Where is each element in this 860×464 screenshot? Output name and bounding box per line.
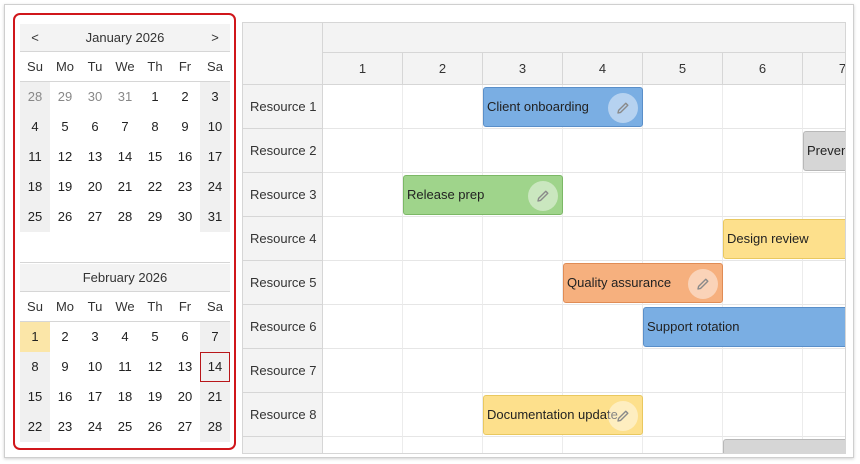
timeline-cell[interactable] bbox=[643, 349, 723, 393]
event-bar[interactable]: Documentation update bbox=[483, 395, 643, 435]
timeline-cell[interactable] bbox=[323, 393, 403, 437]
timeline-cell[interactable] bbox=[483, 129, 563, 173]
resource-header: Resource 2 bbox=[243, 129, 323, 173]
timeline-cell[interactable] bbox=[803, 349, 845, 393]
event-label: Design review bbox=[727, 231, 809, 246]
day-column-header: 1 bbox=[323, 53, 403, 85]
resource-header: Resource 3 bbox=[243, 173, 323, 217]
timeline-cell[interactable] bbox=[643, 217, 723, 261]
timeline-cell[interactable] bbox=[643, 173, 723, 217]
timeline-cell[interactable] bbox=[403, 129, 483, 173]
timeline-cell[interactable] bbox=[323, 305, 403, 349]
timeline-cell[interactable] bbox=[403, 261, 483, 305]
timeline-cell[interactable] bbox=[643, 129, 723, 173]
timeline-cell[interactable] bbox=[643, 85, 723, 129]
timeline-cell[interactable] bbox=[563, 349, 643, 393]
timeline-cell[interactable] bbox=[483, 305, 563, 349]
resource-header: Resource 1 bbox=[243, 85, 323, 129]
timeline-cell[interactable] bbox=[803, 85, 845, 129]
timeline-cell[interactable] bbox=[643, 437, 723, 453]
event-bar[interactable]: Quality assurance bbox=[563, 263, 723, 303]
event-label: Support rotation bbox=[647, 319, 740, 334]
timeline-header-group bbox=[323, 23, 845, 53]
event-bar[interactable]: Client onboarding bbox=[483, 87, 643, 127]
event-label: Quality assurance bbox=[567, 275, 672, 290]
timeline-cell[interactable] bbox=[483, 261, 563, 305]
day-column-header: 4 bbox=[563, 53, 643, 85]
timeline-cell[interactable] bbox=[323, 129, 403, 173]
timeline-cell[interactable] bbox=[723, 349, 803, 393]
app: < January 2026 > Su Mo Tu We Th Fr Sa 28 29 30 31… bbox=[0, 0, 860, 464]
day-column-header: 3 bbox=[483, 53, 563, 85]
timeline-cell[interactable] bbox=[803, 261, 845, 305]
pencil-icon[interactable] bbox=[528, 181, 558, 211]
day-column-header: 6 bbox=[723, 53, 803, 85]
resource-header bbox=[243, 437, 323, 453]
event-label: Prevent bbox=[807, 143, 845, 158]
timeline-cell[interactable] bbox=[723, 261, 803, 305]
timeline-cell[interactable] bbox=[723, 173, 803, 217]
event-bar[interactable] bbox=[723, 439, 845, 453]
timeline-cell[interactable] bbox=[323, 173, 403, 217]
pencil-icon[interactable] bbox=[688, 269, 718, 299]
timeline-cell[interactable] bbox=[483, 349, 563, 393]
timeline-cell[interactable] bbox=[723, 393, 803, 437]
timeline-cell[interactable] bbox=[563, 217, 643, 261]
timeline-cell[interactable] bbox=[803, 173, 845, 217]
timeline-cell[interactable] bbox=[403, 85, 483, 129]
timeline-cell[interactable] bbox=[323, 85, 403, 129]
event-bar[interactable]: Design review bbox=[723, 219, 845, 259]
timeline-cell[interactable] bbox=[403, 437, 483, 453]
day-column-header: 2 bbox=[403, 53, 483, 85]
timeline-cell[interactable] bbox=[403, 217, 483, 261]
timeline-cell[interactable] bbox=[323, 261, 403, 305]
timeline-cell[interactable] bbox=[803, 393, 845, 437]
event-label: Documentation update bbox=[487, 407, 618, 422]
timeline-cell[interactable] bbox=[323, 437, 403, 453]
resource-header: Resource 5 bbox=[243, 261, 323, 305]
timeline-cell[interactable] bbox=[403, 393, 483, 437]
event-label: Release prep bbox=[407, 187, 485, 202]
scheduler: 1 2 3 4 5 6 7 Resource 1 Resource 2 Resource 3 Res… bbox=[242, 22, 846, 454]
timeline-cell[interactable] bbox=[563, 129, 643, 173]
resource-header: Resource 7 bbox=[243, 349, 323, 393]
event-bar[interactable]: Release prep bbox=[403, 175, 563, 215]
timeline-cell[interactable] bbox=[483, 217, 563, 261]
event-bar[interactable]: Support rotation bbox=[643, 307, 845, 347]
resource-header: Resource 4 bbox=[243, 217, 323, 261]
resource-header: Resource 8 bbox=[243, 393, 323, 437]
pencil-icon[interactable] bbox=[608, 93, 638, 123]
scheduler-corner bbox=[243, 23, 323, 85]
timeline-cell[interactable] bbox=[563, 173, 643, 217]
timeline-cell[interactable] bbox=[323, 217, 403, 261]
timeline-cell[interactable] bbox=[723, 85, 803, 129]
pencil-icon[interactable] bbox=[608, 401, 638, 431]
day-column-header: 5 bbox=[643, 53, 723, 85]
timeline-cell[interactable] bbox=[563, 437, 643, 453]
timeline-cell[interactable] bbox=[323, 349, 403, 393]
day-column-header: 7 bbox=[803, 53, 845, 85]
event-bar[interactable]: Prevent bbox=[803, 131, 845, 171]
timeline-cell[interactable] bbox=[403, 305, 483, 349]
timeline-cell[interactable] bbox=[643, 393, 723, 437]
resource-header: Resource 6 bbox=[243, 305, 323, 349]
timeline-cell[interactable] bbox=[483, 437, 563, 453]
timeline-cell[interactable] bbox=[723, 129, 803, 173]
event-label: Client onboarding bbox=[487, 99, 589, 114]
timeline-cell[interactable] bbox=[563, 305, 643, 349]
navigator-highlight bbox=[13, 13, 236, 450]
timeline-cell[interactable] bbox=[403, 349, 483, 393]
